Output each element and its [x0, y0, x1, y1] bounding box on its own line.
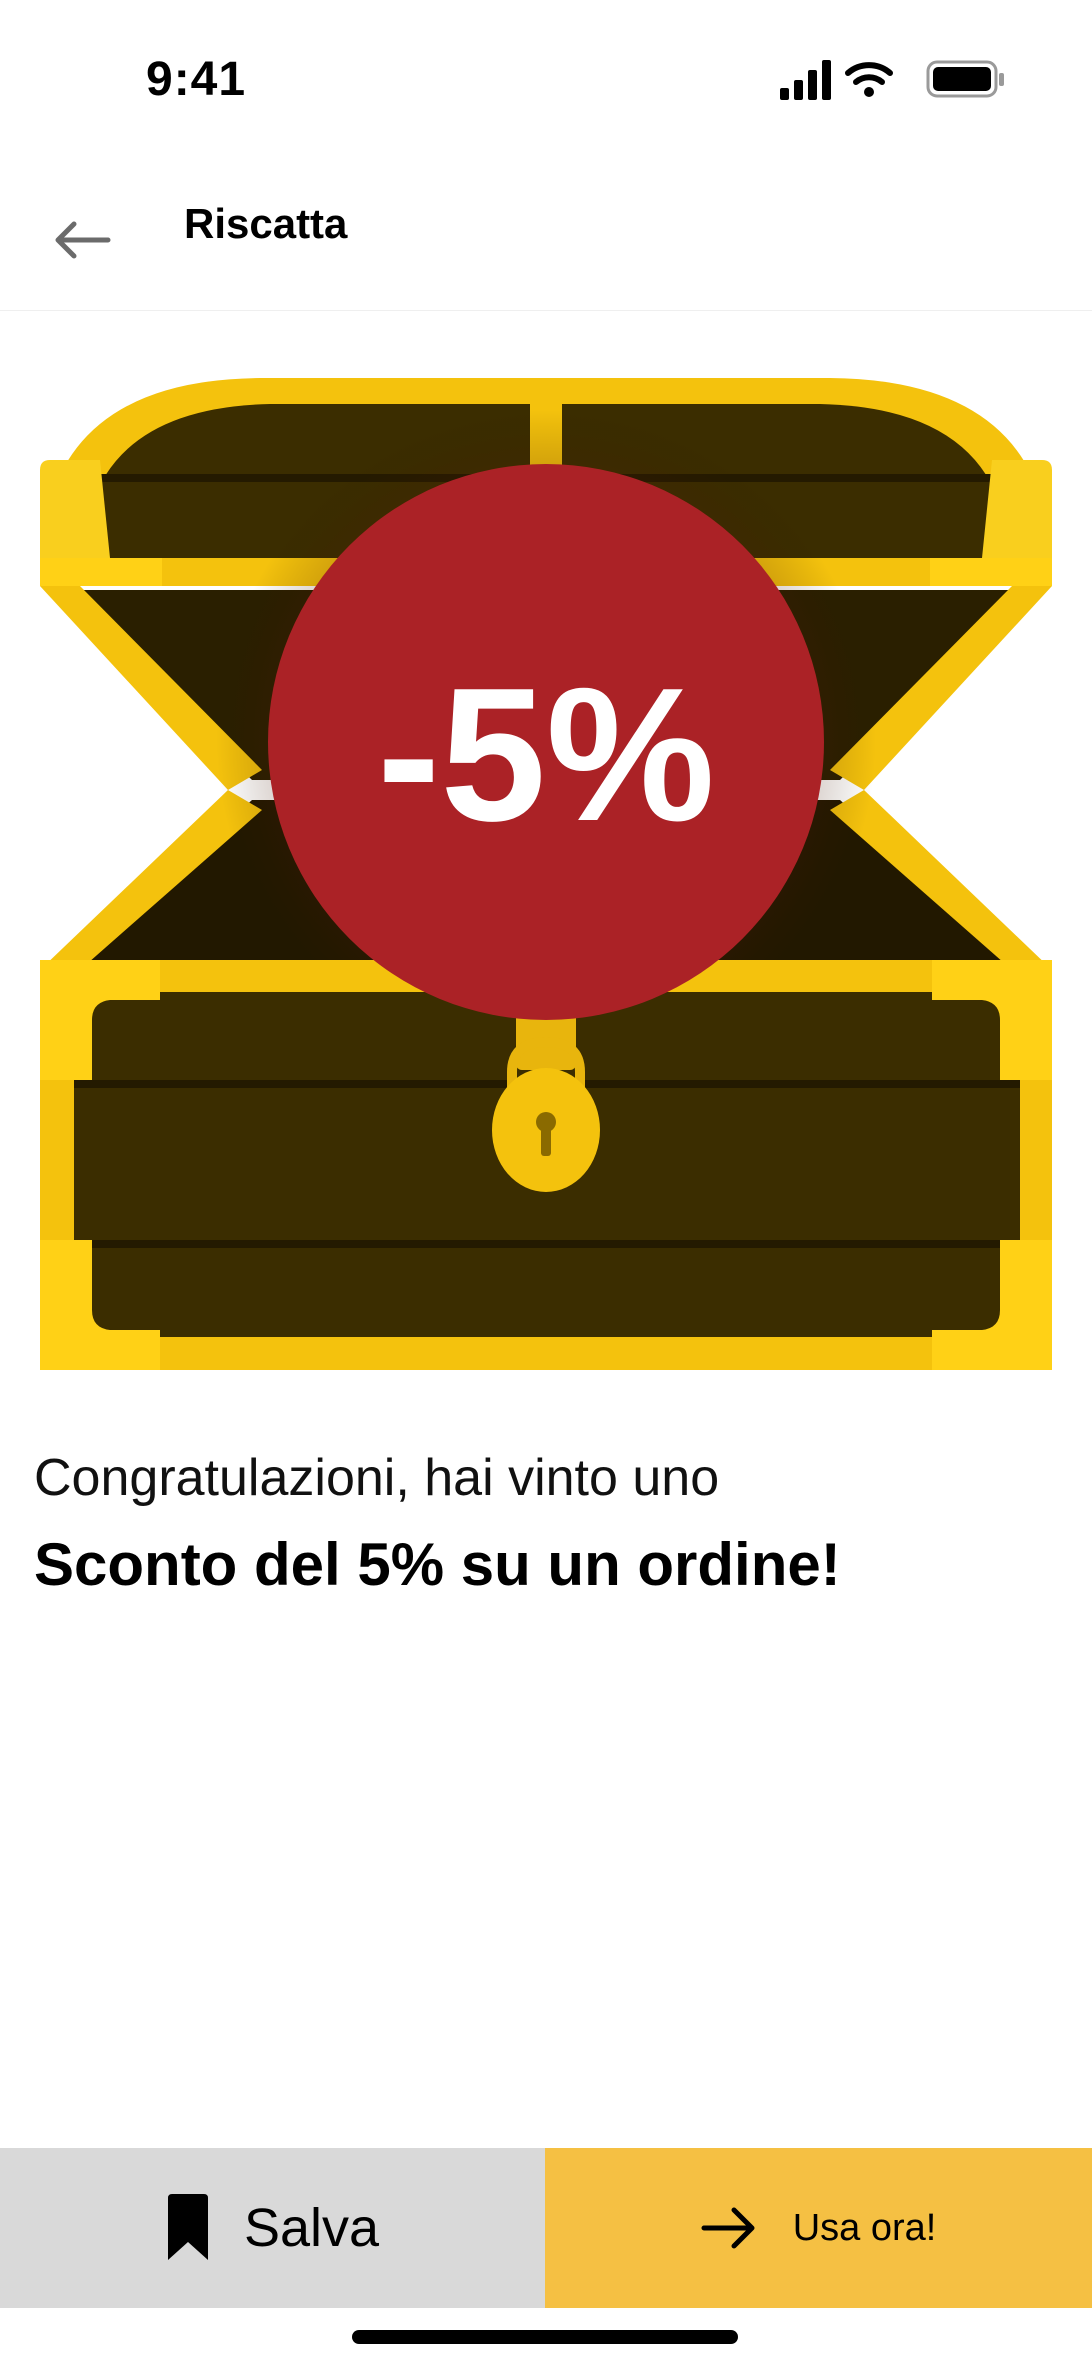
- home-indicator: [352, 2330, 738, 2344]
- treasure-chest-icon: -5%: [40, 378, 1052, 1370]
- arrow-right-icon: [701, 2207, 755, 2249]
- use-now-button-label: Usa ora!: [792, 2206, 937, 2249]
- battery-icon: [926, 60, 1004, 98]
- treasure-chest-illustration: -5%: [0, 360, 1092, 1380]
- wifi-icon: [845, 62, 893, 97]
- bookmark-icon: [167, 2194, 208, 2260]
- prize-title: Sconto del 5% su un ordine!: [34, 1531, 841, 1598]
- page-title: Riscatta: [184, 200, 348, 247]
- arrow-left-icon: [55, 221, 111, 259]
- save-button[interactable]: Salva: [0, 2148, 545, 2308]
- bottom-action-bar: Salva Usa ora!: [0, 2148, 1092, 2308]
- congrats-text: Congratulazioni, hai vinto uno: [34, 1449, 720, 1507]
- status-time: 9:41: [146, 53, 247, 106]
- status-icons: [780, 60, 1004, 100]
- discount-badge-text: -5%: [377, 649, 715, 861]
- signal-icon: [780, 60, 831, 100]
- save-button-label: Salva: [243, 2198, 380, 2258]
- status-bar: 9:41: [0, 0, 1092, 160]
- use-now-button[interactable]: Usa ora!: [545, 2148, 1092, 2308]
- back-button[interactable]: [40, 198, 124, 282]
- app-header: Riscatta: [0, 160, 1092, 311]
